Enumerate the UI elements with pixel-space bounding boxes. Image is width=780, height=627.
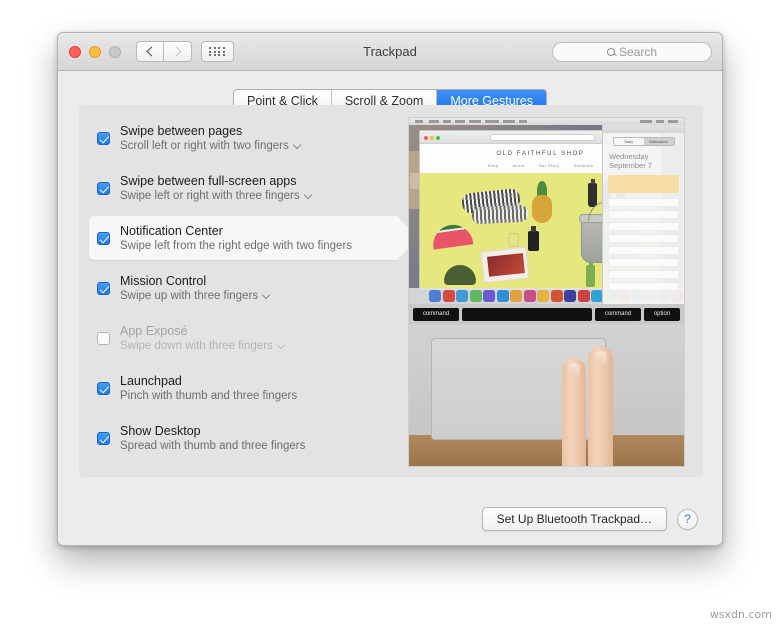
preview-keyboard-row: command command option (409, 304, 684, 324)
gesture-row-swipe-between-pages[interactable]: Swipe between pages Scroll left or right… (79, 113, 414, 163)
checkbox-launchpad[interactable] (97, 381, 110, 395)
chevron-down-icon[interactable] (303, 190, 312, 199)
gesture-row-mission-control[interactable]: Mission Control Swipe up with three fing… (79, 263, 414, 313)
search-icon (606, 48, 615, 56)
checkbox-show-desktop[interactable] (97, 431, 110, 445)
preview-shop-nav-item: Our Story (538, 164, 560, 168)
chevron-down-icon[interactable] (292, 140, 301, 149)
gesture-subtitle-row[interactable]: Swipe down with three fingers (120, 340, 286, 352)
checkbox-app-expose[interactable] (97, 331, 110, 345)
gesture-subtitle: Swipe up with three fingers (120, 290, 259, 302)
preview-nc-segment-notifications: Notifications (643, 138, 674, 145)
gestures-panel: Swipe between pages Scroll left or right… (79, 105, 703, 477)
chevron-down-icon[interactable] (276, 340, 286, 349)
preview-trackpad-area (409, 324, 684, 466)
gesture-title: App Exposé (120, 324, 188, 338)
gesture-subtitle-row: Swipe left from the right edge with two … (120, 240, 352, 252)
watermark: wsxdn.com (709, 608, 772, 621)
footer-button-row: Set Up Bluetooth Trackpad… ? (58, 507, 722, 531)
preview-shop-nav-item: Shop (487, 164, 499, 168)
gesture-row-app-expose[interactable]: App Exposé Swipe down with three fingers (79, 313, 414, 363)
gesture-row-swipe-between-full-screen-apps[interactable]: Swipe between full-screen apps Swipe lef… (79, 163, 414, 213)
preview-finger-middle (588, 346, 613, 466)
gesture-subtitle: Pinch with thumb and three fingers (120, 390, 298, 402)
preview-shop-nav-item: About (512, 164, 525, 168)
preview-nc-segmented-control: Today Notifications (612, 137, 675, 146)
preview-finger-index (562, 358, 586, 466)
search-placeholder: Search (618, 45, 658, 59)
preview-nc-date: Wednesday September 7 (609, 152, 684, 170)
gesture-list: Swipe between pages Scroll left or right… (79, 113, 418, 463)
help-button[interactable]: ? (677, 508, 698, 530)
checkbox-notification-center[interactable] (97, 231, 110, 245)
gesture-title: Launchpad (120, 374, 182, 388)
checkbox-swipe-between-pages[interactable] (97, 131, 110, 145)
gesture-row-notification-center[interactable]: Notification Center Swipe left from the … (79, 213, 418, 263)
gesture-subtitle: Swipe left or right with three fingers (120, 190, 300, 202)
checkbox-swipe-between-full-screen-apps[interactable] (97, 181, 110, 195)
gesture-title: Show Desktop (120, 424, 201, 438)
chevron-down-icon[interactable] (261, 290, 271, 299)
preview-key-command-right: command (595, 307, 641, 321)
preview-nc-segment-today: Today (613, 138, 644, 145)
set-up-bluetooth-trackpad-button[interactable]: Set Up Bluetooth Trackpad… (481, 507, 667, 531)
preview-key-space (462, 307, 592, 321)
gesture-title: Swipe between pages (120, 124, 243, 138)
preview-shop-nav-item: Stockists (573, 164, 594, 168)
gesture-row-show-desktop[interactable]: Show Desktop Spread with thumb and three… (79, 413, 414, 463)
preferences-window: Trackpad Search Point & Click Scroll & Z… (57, 32, 723, 546)
gesture-subtitle: Swipe down with three fingers (120, 340, 273, 352)
gesture-subtitle-row: Pinch with thumb and three fingers (120, 390, 297, 402)
window-titlebar: Trackpad Search (58, 33, 722, 71)
preview-key-command-left: command (413, 307, 459, 321)
gesture-subtitle-row: Spread with thumb and three fingers (120, 440, 305, 452)
gesture-subtitle-row[interactable]: Swipe left or right with three fingers (120, 190, 312, 202)
gesture-row-launchpad[interactable]: Launchpad Pinch with thumb and three fin… (79, 363, 414, 413)
gesture-subtitle: Swipe left from the right edge with two … (120, 240, 353, 252)
preview-key-option: option (644, 307, 680, 321)
gesture-subtitle-row[interactable]: Swipe up with three fingers (120, 290, 271, 302)
checkbox-mission-control[interactable] (97, 281, 110, 295)
preview-desktop-screenshot: OLD FAITHFUL SHOP Shop About Our Story S… (409, 118, 684, 304)
gesture-subtitle: Scroll left or right with two fingers (120, 140, 289, 152)
gesture-subtitle: Spread with thumb and three fingers (120, 440, 306, 452)
gesture-title: Notification Center (120, 224, 223, 238)
preview-notification-center: Today Notifications Wednesday September … (602, 125, 684, 304)
preview-nc-date-weekday: Wednesday (609, 152, 649, 161)
search-input[interactable]: Search (552, 42, 712, 62)
gesture-title: Mission Control (120, 274, 207, 288)
preview-nc-summary-card (608, 175, 679, 193)
preview-menubar (409, 118, 684, 125)
gesture-subtitle-row[interactable]: Scroll left or right with two fingers (120, 140, 301, 152)
gesture-preview-video: OLD FAITHFUL SHOP Shop About Our Story S… (408, 117, 685, 467)
preview-nc-date-day: September 7 (609, 161, 652, 170)
gesture-title: Swipe between full-screen apps (120, 174, 297, 188)
